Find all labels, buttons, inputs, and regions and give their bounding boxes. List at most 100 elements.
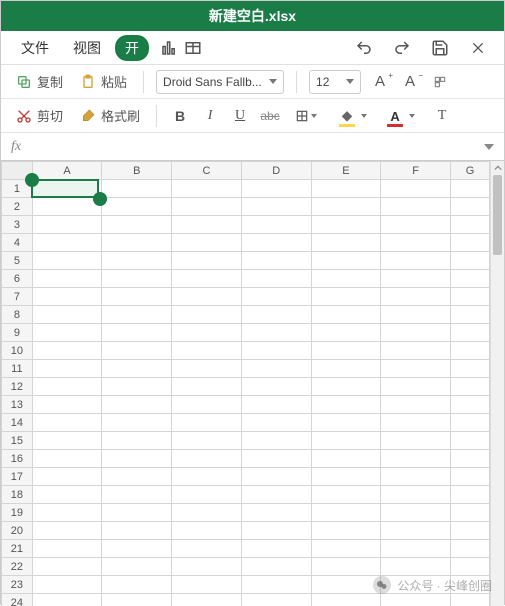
row-header[interactable]: 2 bbox=[2, 198, 33, 216]
cut-button[interactable]: 剪切 bbox=[11, 104, 67, 127]
cell[interactable] bbox=[102, 576, 172, 594]
cell[interactable] bbox=[311, 198, 381, 216]
cell[interactable] bbox=[102, 234, 172, 252]
menu-start[interactable]: 开 bbox=[115, 35, 149, 61]
cell[interactable] bbox=[102, 558, 172, 576]
row-header[interactable]: 6 bbox=[2, 270, 33, 288]
cell[interactable] bbox=[172, 576, 242, 594]
col-header[interactable]: A bbox=[32, 162, 102, 180]
cell[interactable] bbox=[172, 468, 242, 486]
cell[interactable] bbox=[381, 180, 451, 198]
borders-button[interactable] bbox=[295, 105, 317, 127]
row-header[interactable]: 8 bbox=[2, 306, 33, 324]
col-header[interactable]: D bbox=[241, 162, 311, 180]
cell[interactable] bbox=[32, 216, 102, 234]
cell[interactable] bbox=[450, 216, 489, 234]
scrollbar-thumb[interactable] bbox=[493, 175, 502, 255]
cell[interactable] bbox=[102, 270, 172, 288]
cell[interactable] bbox=[102, 378, 172, 396]
cell[interactable] bbox=[311, 306, 381, 324]
col-header[interactable]: E bbox=[311, 162, 381, 180]
cell[interactable] bbox=[32, 252, 102, 270]
cell[interactable] bbox=[241, 180, 311, 198]
cell[interactable] bbox=[172, 504, 242, 522]
cell[interactable] bbox=[32, 558, 102, 576]
cell[interactable] bbox=[311, 558, 381, 576]
cell[interactable] bbox=[102, 306, 172, 324]
cell[interactable] bbox=[450, 432, 489, 450]
cell[interactable] bbox=[311, 450, 381, 468]
cell[interactable] bbox=[450, 504, 489, 522]
row-header[interactable]: 13 bbox=[2, 396, 33, 414]
cell[interactable] bbox=[241, 576, 311, 594]
cell[interactable] bbox=[381, 594, 451, 606]
cell[interactable] bbox=[381, 540, 451, 558]
cell[interactable] bbox=[381, 450, 451, 468]
cell[interactable] bbox=[32, 432, 102, 450]
cell[interactable] bbox=[381, 432, 451, 450]
cell[interactable] bbox=[381, 342, 451, 360]
row-header[interactable]: 14 bbox=[2, 414, 33, 432]
cell[interactable] bbox=[172, 288, 242, 306]
cell[interactable] bbox=[450, 234, 489, 252]
cell[interactable] bbox=[241, 234, 311, 252]
cell[interactable] bbox=[102, 450, 172, 468]
cell[interactable] bbox=[311, 216, 381, 234]
cell[interactable] bbox=[32, 342, 102, 360]
cell[interactable] bbox=[102, 216, 172, 234]
row-header[interactable]: 4 bbox=[2, 234, 33, 252]
cell[interactable] bbox=[311, 180, 381, 198]
cell[interactable] bbox=[381, 378, 451, 396]
cell[interactable] bbox=[32, 486, 102, 504]
row-header[interactable]: 17 bbox=[2, 468, 33, 486]
cell[interactable] bbox=[102, 522, 172, 540]
table-icon[interactable] bbox=[183, 38, 203, 58]
cell[interactable] bbox=[381, 234, 451, 252]
cell[interactable] bbox=[381, 486, 451, 504]
cell[interactable] bbox=[450, 558, 489, 576]
format-painter-button[interactable]: 格式刷 bbox=[75, 104, 144, 127]
cell[interactable] bbox=[241, 306, 311, 324]
cell[interactable] bbox=[381, 288, 451, 306]
cell[interactable] bbox=[311, 342, 381, 360]
cell[interactable] bbox=[381, 324, 451, 342]
cell[interactable] bbox=[102, 198, 172, 216]
cell[interactable] bbox=[311, 504, 381, 522]
menu-file[interactable]: 文件 bbox=[11, 34, 59, 62]
cell[interactable] bbox=[172, 396, 242, 414]
cell[interactable] bbox=[241, 378, 311, 396]
cell[interactable] bbox=[32, 180, 102, 198]
cell[interactable] bbox=[172, 594, 242, 606]
font-color-button[interactable]: A bbox=[383, 105, 407, 127]
cell[interactable] bbox=[450, 342, 489, 360]
cell[interactable] bbox=[241, 594, 311, 606]
close-icon[interactable] bbox=[468, 38, 488, 58]
row-header[interactable]: 22 bbox=[2, 558, 33, 576]
cell[interactable] bbox=[450, 540, 489, 558]
cell[interactable] bbox=[311, 594, 381, 606]
cell[interactable] bbox=[32, 414, 102, 432]
cell[interactable] bbox=[172, 180, 242, 198]
cell[interactable] bbox=[381, 360, 451, 378]
cell[interactable] bbox=[241, 342, 311, 360]
cell[interactable] bbox=[172, 270, 242, 288]
cell[interactable] bbox=[172, 450, 242, 468]
redo-icon[interactable] bbox=[392, 38, 412, 58]
cell[interactable] bbox=[241, 486, 311, 504]
cell[interactable] bbox=[450, 468, 489, 486]
cell[interactable] bbox=[241, 288, 311, 306]
row-header[interactable]: 5 bbox=[2, 252, 33, 270]
row-header[interactable]: 16 bbox=[2, 450, 33, 468]
row-header[interactable]: 3 bbox=[2, 216, 33, 234]
cell[interactable] bbox=[32, 594, 102, 606]
row-header[interactable]: 20 bbox=[2, 522, 33, 540]
cell[interactable] bbox=[102, 414, 172, 432]
col-header[interactable]: G bbox=[450, 162, 489, 180]
cell[interactable] bbox=[450, 360, 489, 378]
cell[interactable] bbox=[172, 198, 242, 216]
cell[interactable] bbox=[311, 576, 381, 594]
selection-handle-br[interactable] bbox=[93, 192, 107, 206]
cell[interactable] bbox=[32, 522, 102, 540]
col-header[interactable]: C bbox=[172, 162, 242, 180]
cell[interactable] bbox=[32, 468, 102, 486]
